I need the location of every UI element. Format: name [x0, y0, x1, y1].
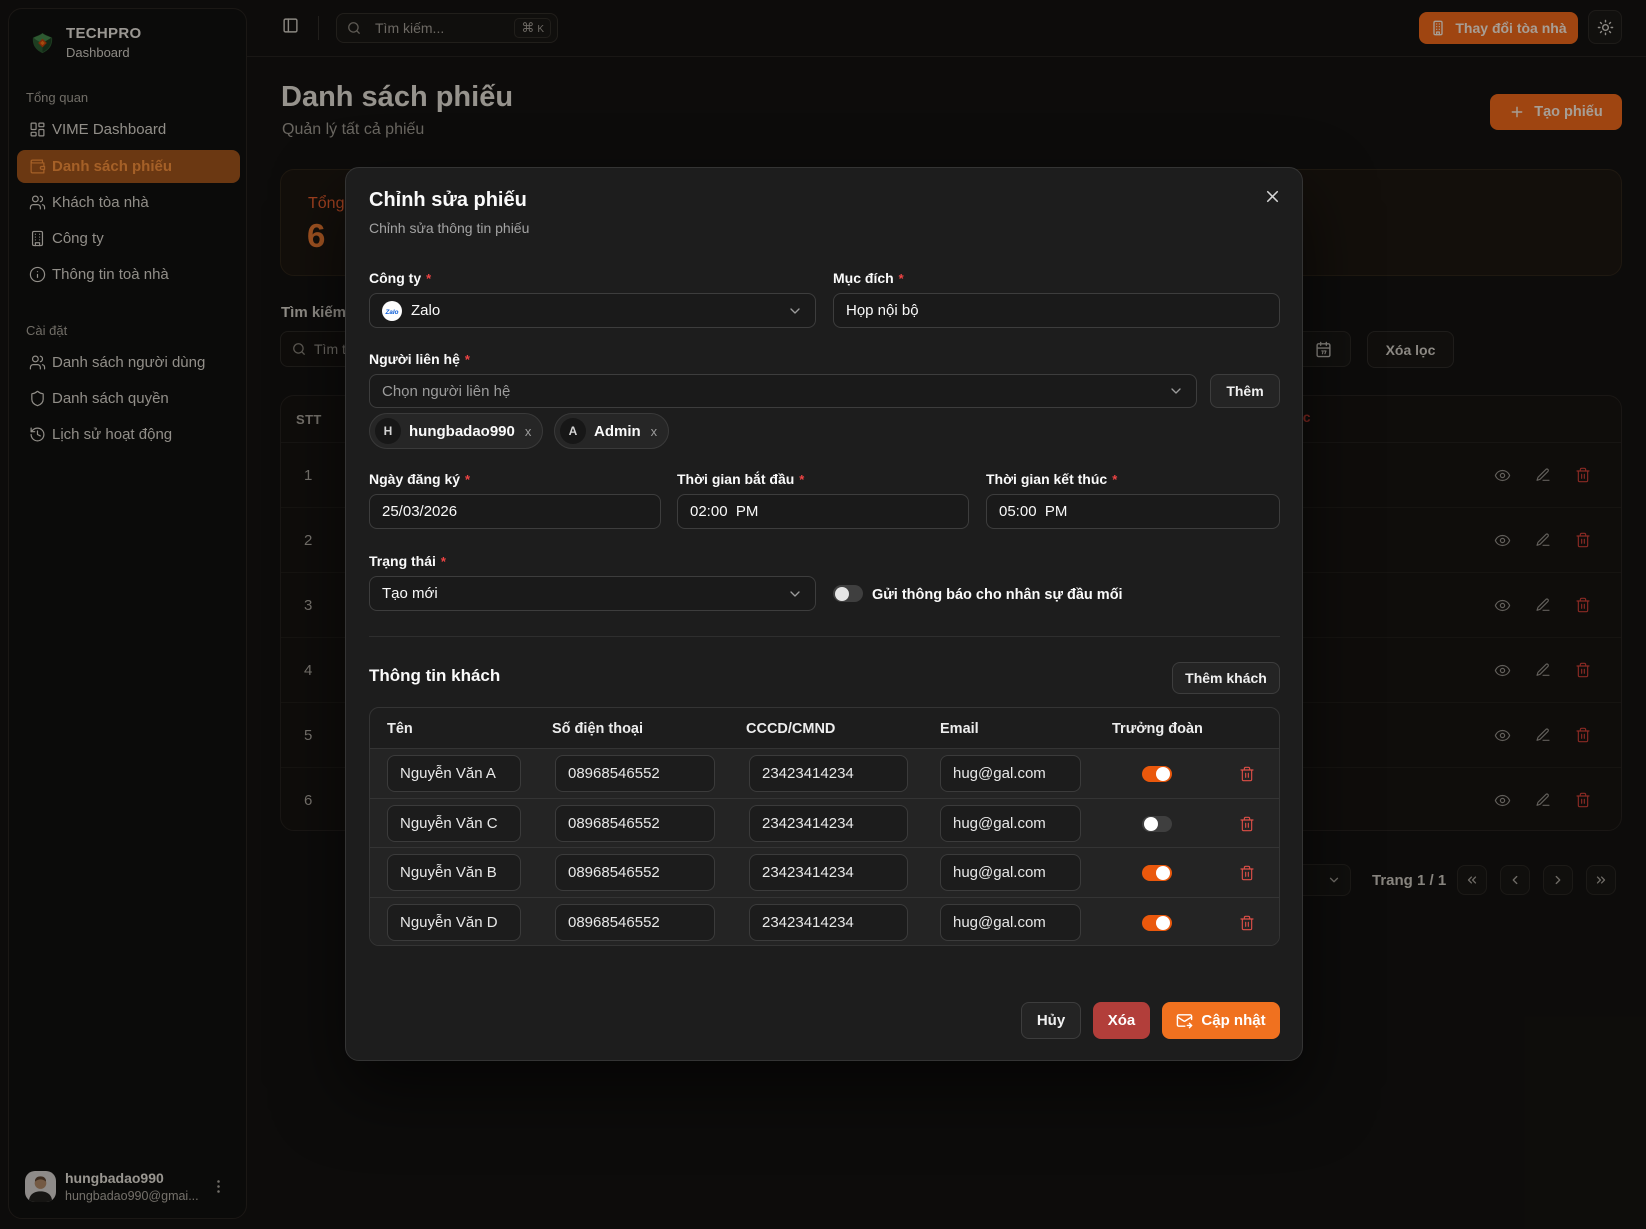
svg-text:Zalo: Zalo	[385, 308, 399, 315]
